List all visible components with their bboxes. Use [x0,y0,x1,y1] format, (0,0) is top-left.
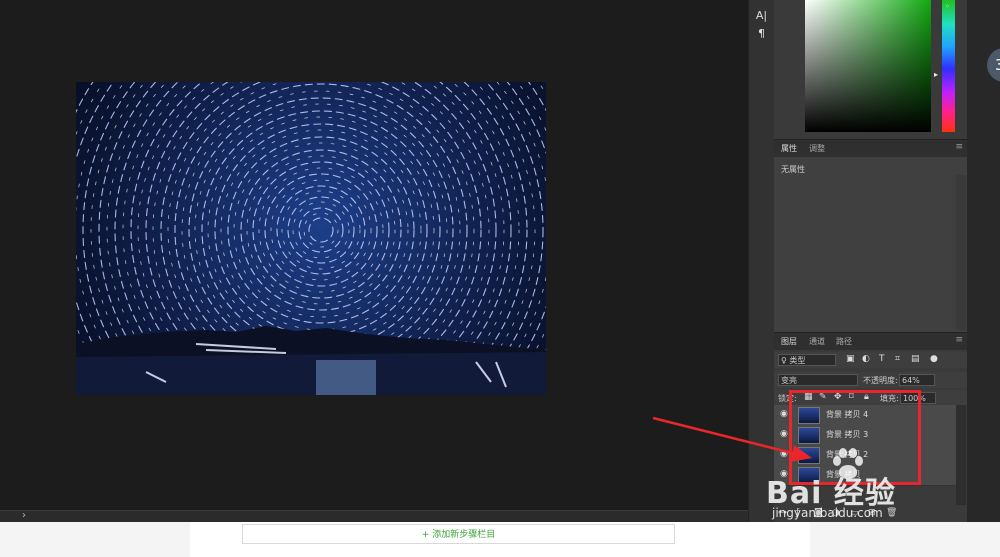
tab-properties[interactable]: 属性 [781,143,797,154]
layers-panel-tabs: 图层 通道 路径 ≡ [774,332,967,350]
color-field[interactable] [805,0,931,132]
adjustment-filter-icon[interactable]: ◐ [862,354,870,364]
eye-icon[interactable]: ◉ [780,449,788,459]
properties-panel-tabs: 属性 调整 ≡ [774,139,967,157]
opacity-input[interactable]: 64% [899,374,935,386]
blend-mode-select[interactable]: 变亮 [778,374,858,386]
layer-filter-row: ♀ 类型 ▣ ◐ T ⌗ ▤ ● [774,352,967,368]
add-step-button[interactable]: + 添加新步骤栏目 [242,524,675,544]
opacity-label: 不透明度: [863,376,898,385]
blend-opacity-row: 变亮 不透明度: 64% [774,372,967,388]
star-trails-graphic [76,82,546,395]
hue-marker-icon[interactable]: ▸ [934,70,938,79]
panel-menu-icon[interactable]: ≡ [955,142,963,152]
tab-paths[interactable]: 路径 [836,336,852,347]
smart-object-filter-icon[interactable]: ▤ [911,354,920,364]
type-filter-icon[interactable]: T [879,354,885,364]
tab-channels[interactable]: 通道 [809,336,825,347]
panel-menu-icon[interactable]: ≡ [955,335,963,345]
baidu-watermark-url: jingyan.baidu.com [772,506,883,520]
chevron-right-icon[interactable]: › [22,510,26,521]
character-panel-button[interactable]: A| [749,9,774,22]
properties-panel-body: 无属性 [774,157,967,332]
star-trail-photo[interactable] [76,82,546,395]
hue-slider[interactable] [942,0,955,132]
properties-scrollbar[interactable] [956,175,966,330]
image-filter-icon[interactable]: ▣ [846,354,855,364]
shape-filter-icon[interactable]: ⌗ [895,354,900,364]
picker-marker-icon: ◦ [945,2,950,11]
tool-column: A| ¶ [748,0,775,522]
eye-icon[interactable]: ◉ [780,409,788,419]
tab-layers[interactable]: 图层 [781,336,797,347]
paragraph-panel-button[interactable]: ¶ [749,27,774,40]
layers-scrollbar[interactable] [956,405,966,505]
eye-icon[interactable]: ◉ [780,429,788,439]
layer-kind-filter[interactable]: ♀ 类型 [778,354,836,366]
tab-adjustments[interactable]: 调整 [809,143,825,154]
properties-empty-text: 无属性 [781,165,805,174]
filter-toggle-icon[interactable]: ● [930,354,938,364]
